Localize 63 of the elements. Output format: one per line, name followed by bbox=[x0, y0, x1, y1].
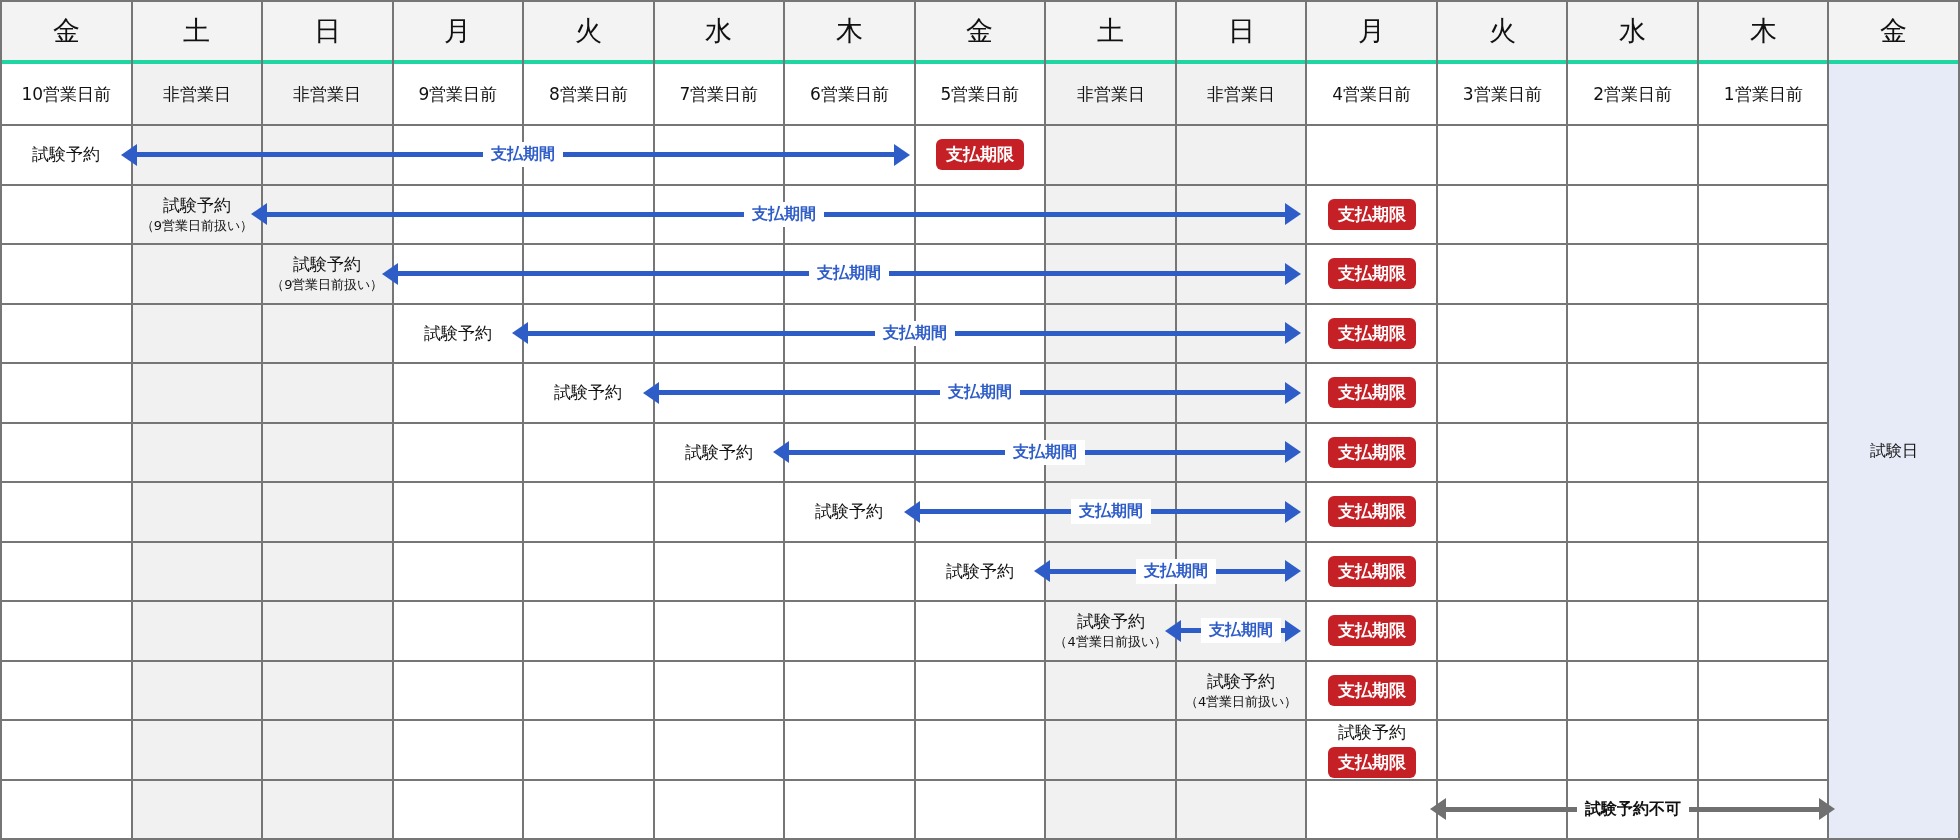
weekday-header: 日 bbox=[1176, 2, 1306, 64]
deadline-badge: 支払期限 bbox=[1327, 317, 1416, 349]
booking-label: 試験予約 bbox=[32, 143, 101, 167]
offset-cell: 8営業日前 bbox=[524, 64, 653, 124]
weekday-header: 日 bbox=[263, 2, 392, 64]
weekday-header: 火 bbox=[524, 2, 653, 64]
booking-label: 試験予約 bbox=[554, 381, 623, 405]
weekday-header: 水 bbox=[1568, 2, 1697, 64]
booking-label: 試験予約 bbox=[1207, 669, 1276, 693]
period-label: 支払期間 bbox=[1135, 558, 1216, 584]
deadline-badge: 支払期限 bbox=[1327, 436, 1416, 468]
booking-label: 試験予約 bbox=[293, 253, 362, 277]
weekday-header: 木 bbox=[1698, 2, 1828, 64]
weekday-header: 火 bbox=[1437, 2, 1567, 64]
weekday-header: 水 bbox=[654, 2, 784, 64]
period-label: 支払期間 bbox=[1070, 499, 1151, 525]
booking-label: 試験予約 bbox=[1076, 610, 1145, 634]
deadline-badge: 支払期限 bbox=[1327, 258, 1416, 290]
offset-cell: 3営業日前 bbox=[1437, 64, 1567, 124]
offset-cell: 9営業日前 bbox=[393, 64, 523, 124]
exam-day-cell: 試験日 bbox=[1829, 64, 1958, 838]
period-label: 支払期間 bbox=[1201, 618, 1282, 644]
offset-cell: 1営業日前 bbox=[1698, 64, 1828, 124]
weekday-header: 土 bbox=[1046, 2, 1175, 64]
booking-label: 試験予約 bbox=[162, 193, 231, 217]
period-label: 支払期間 bbox=[483, 142, 564, 168]
weekday-header: 土 bbox=[132, 2, 262, 64]
deadline-badge: 支払期限 bbox=[1327, 496, 1416, 528]
booking-label: 試験予約 bbox=[946, 559, 1014, 583]
deadline-badge: 支払期限 bbox=[1327, 377, 1416, 409]
deadline-badge: 支払期限 bbox=[1327, 198, 1416, 230]
period-label: 支払期間 bbox=[1005, 439, 1086, 465]
offset-cell: 非営業日 bbox=[132, 64, 262, 124]
offset-cell: 7営業日前 bbox=[654, 64, 784, 124]
offset-cell: 非営業日 bbox=[263, 64, 392, 124]
booking-note: （4営業日前扱い） bbox=[1184, 692, 1298, 711]
period-label: 支払期間 bbox=[744, 201, 825, 227]
weekday-header: 金 bbox=[915, 2, 1045, 64]
booking-label: 試験予約 bbox=[1337, 721, 1406, 745]
deadline-badge: 支払期限 bbox=[936, 139, 1024, 171]
weekday-header: 月 bbox=[1307, 2, 1436, 64]
deadline-badge: 支払期限 bbox=[1327, 674, 1416, 706]
weekday-header: 月 bbox=[393, 2, 523, 64]
booking-note: （4営業日前扱い） bbox=[1054, 633, 1167, 652]
period-label: 支払期間 bbox=[874, 320, 955, 346]
booking-label: 試験予約 bbox=[684, 440, 753, 464]
weekday-header: 金 bbox=[1829, 2, 1958, 64]
deadline-badge: 支払期限 bbox=[1327, 615, 1416, 647]
offset-cell: 5営業日前 bbox=[915, 64, 1045, 124]
offset-cell: 6営業日前 bbox=[785, 64, 914, 124]
offset-cell: 10営業日前 bbox=[2, 64, 131, 124]
booking-note: （9営業日前扱い） bbox=[140, 216, 253, 235]
offset-cell: 非営業日 bbox=[1046, 64, 1175, 124]
offset-cell: 2営業日前 bbox=[1568, 64, 1697, 124]
booking-label: 試験予約 bbox=[423, 321, 492, 345]
weekday-header: 金 bbox=[2, 2, 131, 64]
deadline-badge: 支払期限 bbox=[1327, 555, 1416, 587]
booking-note: （9営業日前扱い） bbox=[271, 276, 384, 295]
booking-label: 試験予約 bbox=[815, 500, 884, 524]
weekday-header: 木 bbox=[785, 2, 914, 64]
deadline-badge: 支払期限 bbox=[1327, 747, 1416, 779]
offset-cell: 非営業日 bbox=[1176, 64, 1306, 124]
offset-cell: 4営業日前 bbox=[1307, 64, 1436, 124]
